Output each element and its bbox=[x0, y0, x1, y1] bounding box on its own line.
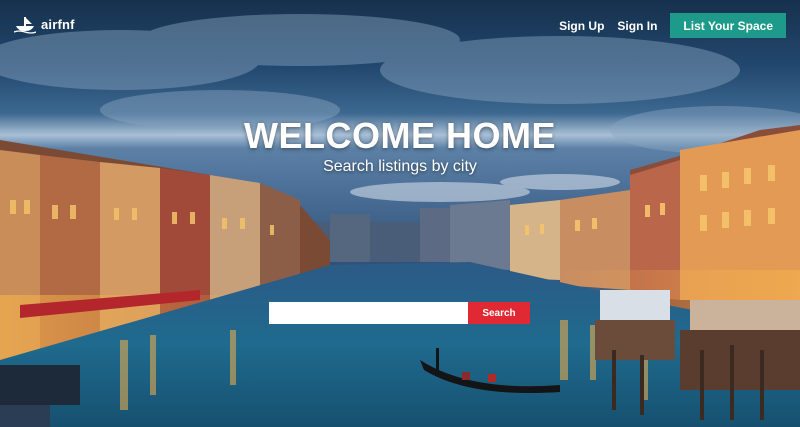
page-title: WELCOME HOME bbox=[244, 115, 556, 156]
city-search-form: Search bbox=[269, 302, 530, 324]
page-subtitle: Search listings by city bbox=[323, 158, 477, 175]
nav-links: Sign Up Sign In List Your Space bbox=[559, 13, 786, 38]
boat-logo-icon bbox=[13, 14, 37, 34]
sign-up-link[interactable]: Sign Up bbox=[559, 19, 604, 33]
list-your-space-button[interactable]: List Your Space bbox=[670, 13, 786, 38]
top-navbar: airfnf Sign Up Sign In List Your Space bbox=[0, 0, 800, 48]
venice-canal-scene bbox=[0, 0, 800, 427]
city-search-input[interactable] bbox=[269, 302, 468, 324]
brand-name: airfnf bbox=[41, 16, 75, 32]
sign-in-link[interactable]: Sign In bbox=[617, 19, 657, 33]
brand-logo[interactable]: airfnf bbox=[13, 14, 75, 34]
search-button[interactable]: Search bbox=[468, 302, 530, 324]
hero-background bbox=[0, 0, 800, 427]
